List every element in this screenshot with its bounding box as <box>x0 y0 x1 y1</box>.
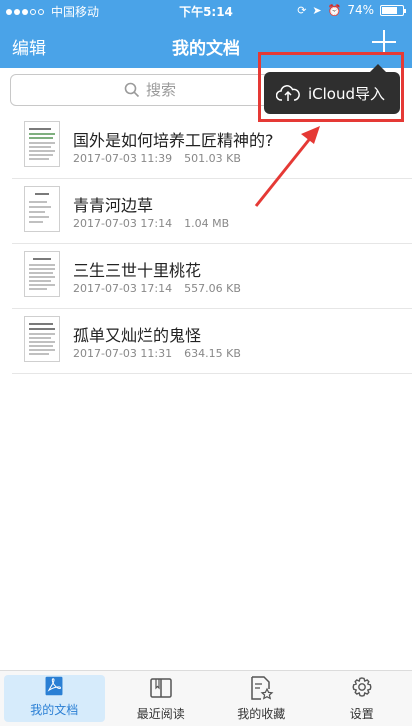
document-meta: 2017-07-03 17:14 1.04 MB <box>73 217 229 230</box>
document-meta: 2017-07-03 11:39 501.03 KB <box>73 152 241 165</box>
alarm-icon: ⏰ <box>327 3 342 17</box>
status-right: ⟳ ➤ ⏰ 74% <box>297 3 406 17</box>
tab-recent-reading[interactable]: 最近阅读 <box>111 671 212 726</box>
highlight-box <box>258 52 404 122</box>
document-title: 国外是如何培养工匠精神的? <box>73 131 274 150</box>
document-row[interactable]: 青青河边草 2017-07-03 17:14 1.04 MB <box>12 179 412 244</box>
search-icon <box>124 82 140 98</box>
star-document-icon <box>251 676 274 700</box>
tab-my-documents[interactable]: 我的文档 <box>4 675 105 722</box>
book-icon <box>150 678 172 698</box>
document-meta: 2017-07-03 11:31 634.15 KB <box>73 347 241 360</box>
rotation-lock-icon: ⟳ <box>297 3 307 17</box>
document-thumbnail <box>24 121 60 167</box>
edit-button[interactable]: 编辑 <box>12 34 46 59</box>
gear-icon <box>352 677 372 697</box>
document-title: 三生三世十里桃花 <box>73 261 202 280</box>
tab-bar: 我的文档 最近阅读 我的收藏 设置 <box>0 670 412 726</box>
document-size: 557.06 KB <box>184 282 241 295</box>
document-row[interactable]: 三生三世十里桃花 2017-07-03 17:14 557.06 KB <box>12 244 412 309</box>
document-meta: 2017-07-03 17:14 557.06 KB <box>73 282 241 295</box>
search-input[interactable] <box>146 81 192 99</box>
tab-label: 设置 <box>349 707 374 721</box>
tab-settings[interactable]: 设置 <box>312 671 412 726</box>
status-bar: 中国移动 下午5:14 ⟳ ➤ ⏰ 74% <box>0 0 412 22</box>
battery-fill <box>382 6 397 14</box>
tab-label: 最近阅读 <box>136 707 185 721</box>
document-thumbnail <box>24 316 60 362</box>
document-size: 1.04 MB <box>184 217 230 230</box>
battery-percent: 74% <box>347 3 374 17</box>
location-icon: ➤ <box>312 3 322 17</box>
tab-label: 我的收藏 <box>237 707 286 721</box>
screen: 中国移动 下午5:14 ⟳ ➤ ⏰ 74% 编辑 我的文档 搜索 国外是如何培养… <box>0 0 412 726</box>
document-date: 2017-07-03 11:39 <box>73 152 173 165</box>
document-size: 634.15 KB <box>184 347 241 360</box>
tab-label: 我的文档 <box>30 703 79 717</box>
document-date: 2017-07-03 17:14 <box>73 217 173 230</box>
document-date: 2017-07-03 11:31 <box>73 347 173 360</box>
document-title: 孤单又灿烂的鬼怪 <box>73 326 202 345</box>
document-thumbnail <box>24 251 60 297</box>
document-row[interactable]: 国外是如何培养工匠精神的? 2017-07-03 11:39 501.03 KB <box>12 114 412 179</box>
pdf-document-icon <box>45 676 63 696</box>
document-list: 国外是如何培养工匠精神的? 2017-07-03 11:39 501.03 KB… <box>0 114 412 374</box>
document-title: 青青河边草 <box>73 196 154 215</box>
document-date: 2017-07-03 17:14 <box>73 282 173 295</box>
document-row[interactable]: 孤单又灿烂的鬼怪 2017-07-03 11:31 634.15 KB <box>12 309 412 374</box>
tab-favorites[interactable]: 我的收藏 <box>211 671 312 726</box>
document-size: 501.03 KB <box>184 152 241 165</box>
battery-icon <box>380 4 406 16</box>
document-thumbnail <box>24 186 60 232</box>
